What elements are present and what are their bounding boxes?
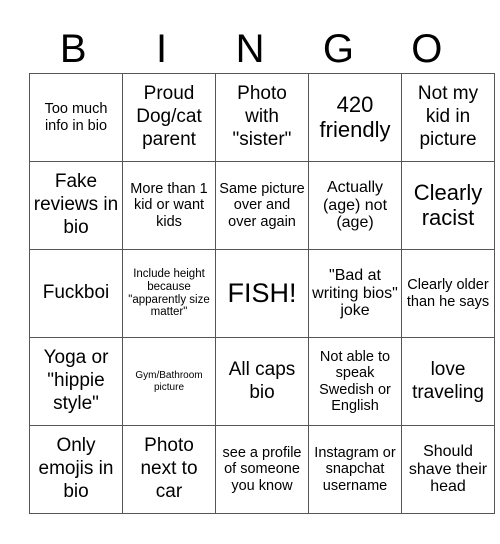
- bingo-header: B I N G O: [29, 26, 471, 72]
- header-letter-b: B: [59, 27, 87, 71]
- bingo-cell[interactable]: love traveling: [401, 337, 495, 426]
- bingo-cell[interactable]: Proud Dog/cat parent: [122, 73, 216, 162]
- header-letter-g: G: [322, 27, 354, 71]
- bingo-row: Too much info in bio Proud Dog/cat paren…: [29, 73, 495, 162]
- bingo-cell[interactable]: More than 1 kid or want kids: [122, 161, 216, 250]
- header-letter-n: N: [235, 27, 265, 71]
- header-letter-i: I: [156, 27, 168, 71]
- bingo-row: Fake reviews in bio More than 1 kid or w…: [29, 161, 495, 250]
- bingo-cell[interactable]: Instagram or snapchat username: [308, 425, 402, 514]
- bingo-cell[interactable]: All caps bio: [215, 337, 309, 426]
- bingo-cell[interactable]: Actually (age) not (age): [308, 161, 402, 250]
- bingo-cell[interactable]: Fake reviews in bio: [29, 161, 123, 250]
- bingo-cell[interactable]: Not able to speak Swedish or English: [308, 337, 402, 426]
- bingo-row: Yoga or "hippie style" Gym/Bathroom pict…: [29, 337, 495, 426]
- bingo-cell[interactable]: Include height because "apparently size …: [122, 249, 216, 338]
- bingo-cell[interactable]: Too much info in bio: [29, 73, 123, 162]
- bingo-cell[interactable]: Not my kid in picture: [401, 73, 495, 162]
- free-space-cell[interactable]: FISH!: [215, 249, 309, 338]
- bingo-cell[interactable]: Fuckboi: [29, 249, 123, 338]
- bingo-card: Too much info in bio Proud Dog/cat paren…: [29, 73, 495, 514]
- bingo-row: Fuckboi Include height because "apparent…: [29, 249, 495, 338]
- bingo-row: Only emojis in bio Photo next to car see…: [29, 425, 495, 514]
- bingo-cell[interactable]: Clearly racist: [401, 161, 495, 250]
- bingo-cell[interactable]: Yoga or "hippie style": [29, 337, 123, 426]
- header-letter-o: O: [411, 27, 443, 71]
- bingo-cell[interactable]: "Bad at writing bios" joke: [308, 249, 402, 338]
- bingo-cell[interactable]: Gym/Bathroom picture: [122, 337, 216, 426]
- bingo-cell[interactable]: 420 friendly: [308, 73, 402, 162]
- bingo-cell[interactable]: Photo with "sister": [215, 73, 309, 162]
- bingo-cell[interactable]: Photo next to car: [122, 425, 216, 514]
- bingo-cell[interactable]: Should shave their head: [401, 425, 495, 514]
- bingo-cell[interactable]: Same picture over and over again: [215, 161, 309, 250]
- bingo-cell[interactable]: Only emojis in bio: [29, 425, 123, 514]
- bingo-cell[interactable]: Clearly older than he says: [401, 249, 495, 338]
- bingo-cell[interactable]: see a profile of someone you know: [215, 425, 309, 514]
